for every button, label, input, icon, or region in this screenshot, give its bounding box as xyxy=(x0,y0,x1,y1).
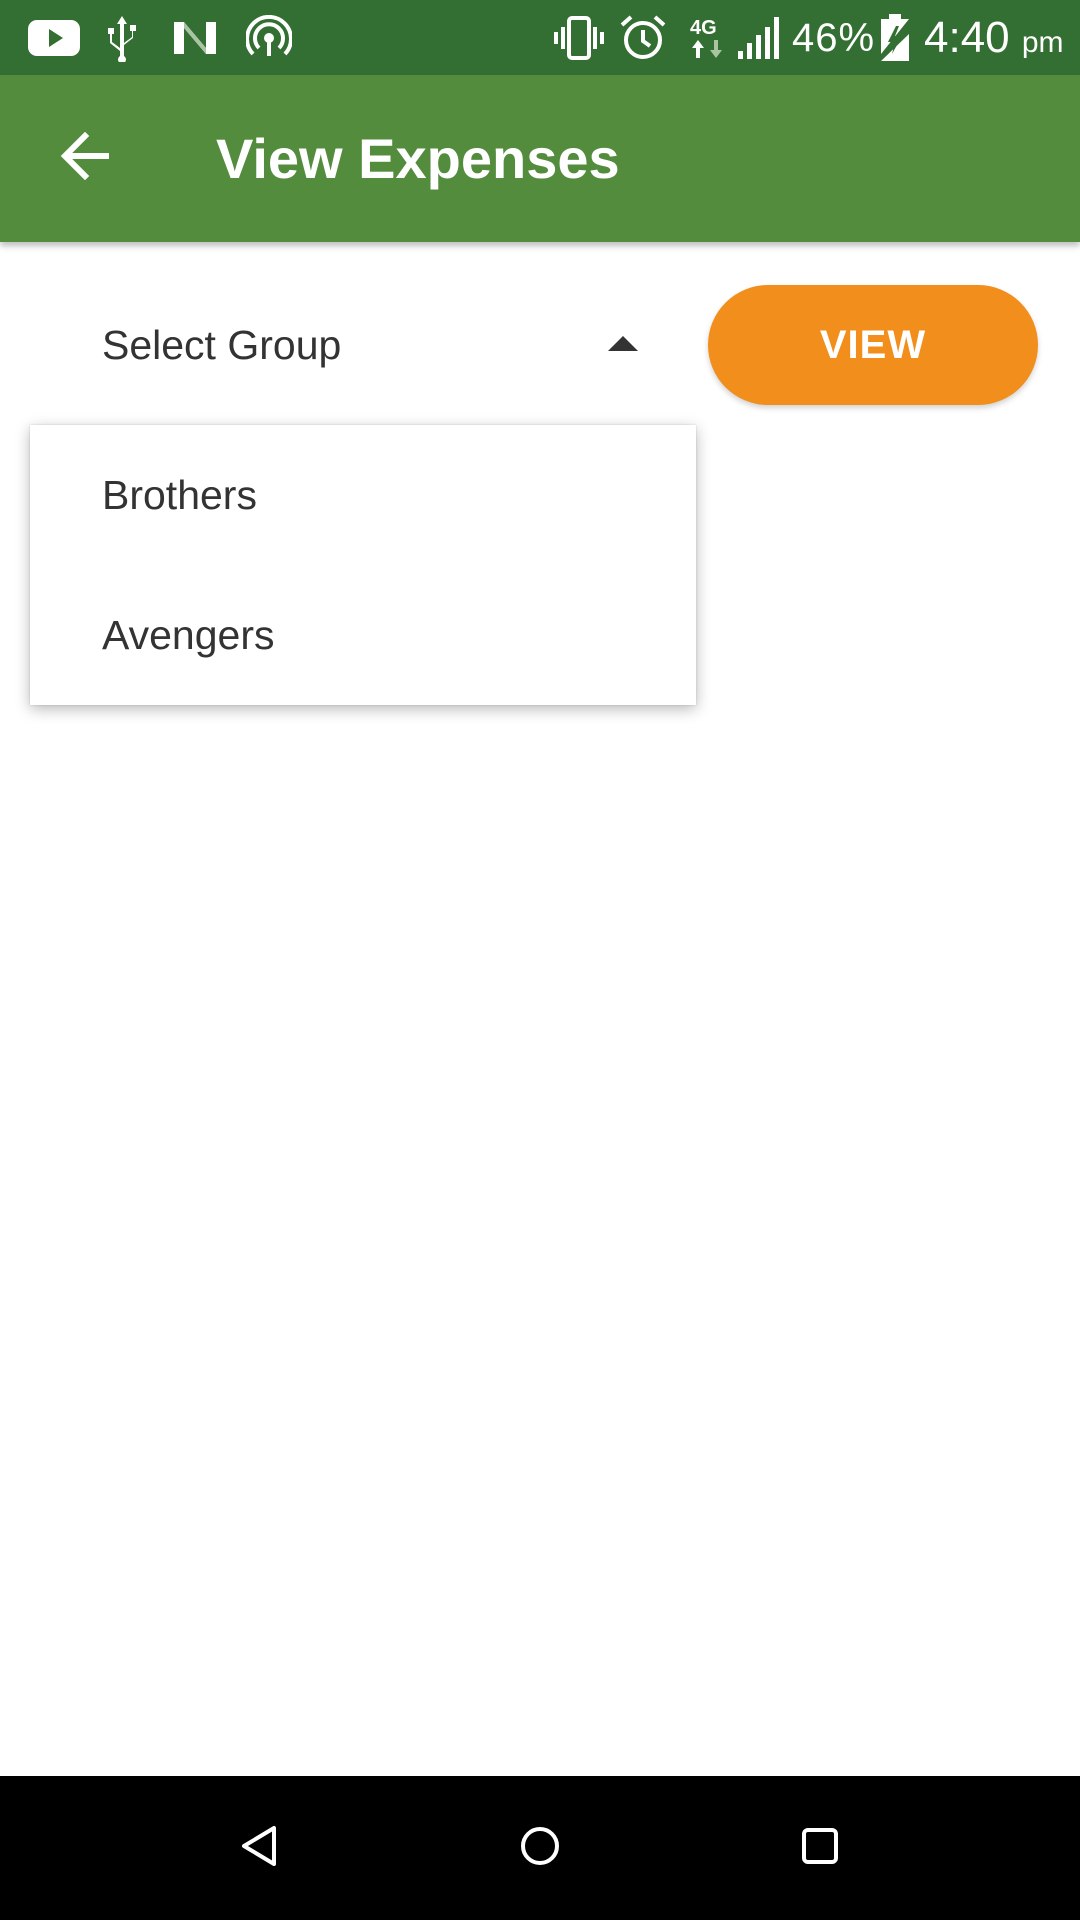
app-bar: View Expenses xyxy=(0,75,1080,242)
clock: 4:40 pm xyxy=(924,12,1064,69)
n-logo-icon xyxy=(172,12,218,64)
clock-ampm: pm xyxy=(1021,26,1064,59)
battery-percent: 46% xyxy=(792,16,876,60)
hotspot-icon xyxy=(246,12,292,64)
clock-time: 4:40 xyxy=(924,13,1010,62)
vibrate-icon xyxy=(554,12,604,64)
dropdown-option-brothers[interactable]: Brothers xyxy=(30,425,696,565)
navigation-bar xyxy=(0,1776,1080,1920)
nav-home-button[interactable] xyxy=(492,1800,588,1896)
arrow-back-icon xyxy=(59,131,111,185)
spinner-selected-label: Select Group xyxy=(102,322,342,368)
battery-charging-icon xyxy=(880,12,910,64)
home-icon xyxy=(518,1824,562,1873)
svg-text:4G: 4G xyxy=(690,17,717,39)
group-spinner[interactable]: Select Group xyxy=(30,290,666,400)
option-label: Avengers xyxy=(102,612,275,658)
youtube-icon xyxy=(28,12,80,64)
usb-icon xyxy=(104,12,140,64)
view-button[interactable]: VIEW xyxy=(708,285,1038,405)
signal-icon xyxy=(736,12,782,64)
page-title: View Expenses xyxy=(216,127,620,190)
nav-recents-button[interactable] xyxy=(772,1800,868,1896)
dropdown-option-avengers[interactable]: Avengers xyxy=(30,565,696,705)
arrow-up-icon xyxy=(608,336,638,351)
back-button[interactable] xyxy=(42,115,128,201)
status-bar: 4G 46% 4:40 pm xyxy=(0,0,1080,75)
nav-back-button[interactable] xyxy=(212,1800,308,1896)
4g-data-icon: 4G xyxy=(688,12,728,64)
option-label: Brothers xyxy=(102,472,257,518)
recents-icon xyxy=(798,1824,842,1873)
alarm-icon xyxy=(620,12,666,64)
group-dropdown-list: Brothers Avengers xyxy=(30,425,696,705)
back-icon xyxy=(238,1824,282,1873)
